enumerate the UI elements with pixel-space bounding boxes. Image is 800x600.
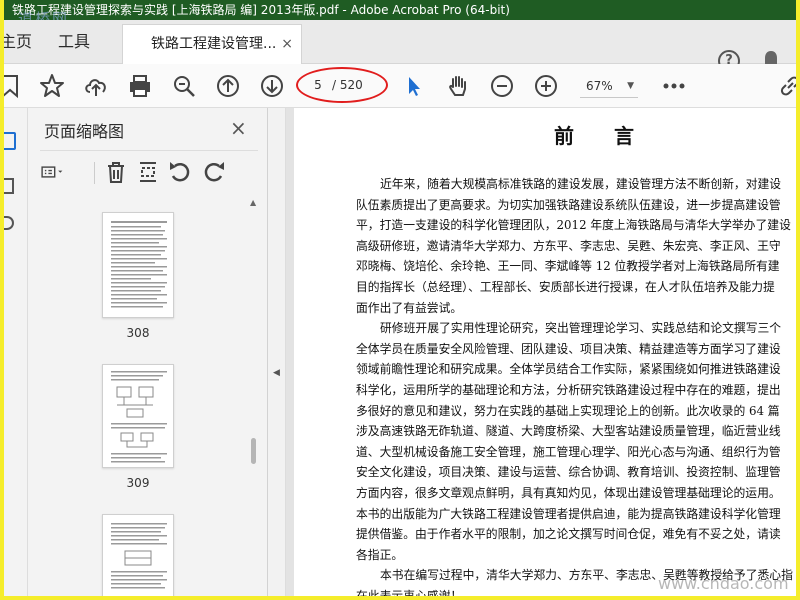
bookmarks-panel-icon[interactable] [4,178,14,194]
text-line: 目的指挥长（总经理）、工程部长、安质部长进行授课，在人才队伍培养及能力提 [356,279,775,294]
text-line: 高级研修班，邀请清华大学郑力、方东平、李志忠、吴甦、朱宏亮、李正风、王守 [356,238,781,253]
page-body: 近年来，随着大规模高标准铁路的建设发展，建设管理方法不断创新，对建设 队伍素质提… [356,174,796,596]
page-thumbnail[interactable] [102,212,174,318]
collapse-panel-icon[interactable]: ◀ [273,368,280,378]
page-thumbnails-icon[interactable] [4,132,16,150]
more-options-icon[interactable] [660,72,688,100]
text-line: 研修班开展了实用性理论研究，突出管理理论学习、实践总结和论文撰写三个 [380,321,782,336]
document-view: 前言 近年来，随着大规模高标准铁路的建设发展，建设管理方法不断创新，对建设 队伍… [286,108,796,596]
left-navigation-strip [4,108,28,596]
text-line: 近年来，随着大规模高标准铁路的建设发展，建设管理方法不断创新，对建设 [380,177,782,191]
text-line: 邓晓梅、饶培伦、余玲艳、王一同、李斌峰等 12 位教授学者对上海铁路局所有建 [356,259,780,274]
text-line: 各指正。 [356,547,404,562]
hand-tool-icon[interactable] [444,72,472,100]
next-page-icon[interactable] [258,72,286,100]
toolbar-divider [94,162,95,184]
print-icon[interactable] [126,72,154,100]
zoom-level-value: 67% [586,79,613,93]
text-line: 道、大型机械设备施工安全管理，施工管理心理学、阳光心态与沟通、组织行为管 [356,444,781,459]
star-icon[interactable] [38,72,66,100]
text-line: 全体学员在质量安全风险管理、团队建设、项目决策、精益建造等方面学习了建设 [356,341,781,356]
panel-close-icon[interactable]: × [230,116,247,140]
delete-page-icon[interactable] [102,158,130,186]
tab-document-label: 铁路工程建设管理... [151,36,277,52]
app-window: 铁路工程建设管理探索与实践 [上海铁路局 编] 2013年版.pdf - Ado… [0,0,800,600]
site-watermark-bottom: www.cndao.com [658,574,789,593]
text-line: 涉及高速铁路无砟轨道、隧道、大跨度桥梁、大型客站建设质量管理，临近营业线 [356,424,781,439]
page-heading: 前言 [554,124,674,148]
link-icon[interactable] [776,72,796,100]
cloud-upload-icon[interactable] [82,72,110,100]
tab-document[interactable]: 铁路工程建设管理... × [122,24,302,64]
scrollbar-thumb[interactable] [251,438,256,464]
zoom-level-select[interactable]: 67% ▼ [580,74,638,98]
panel-divider [40,150,258,151]
window-title: 铁路工程建设管理探索与实践 [上海铁路局 编] 2013年版.pdf - Ado… [12,3,510,17]
text-line: 多很好的意见和建议，努力在实践的基础上实现理论上的创新。此次收录的 64 篇 [356,403,780,418]
rotate-left-icon[interactable] [166,158,194,186]
tab-tools[interactable]: 工具 [58,20,90,64]
panel-title: 页面缩略图 [44,122,125,141]
thumbnail-panel: 页面缩略图 × 308 309 ▲ [28,108,268,596]
text-line: 本书的出版能为广大铁路工程建设管理者提供启迪，能为提高铁路建设科学化管理 [356,506,781,521]
thumbnail-scrollbar[interactable]: ▲ [248,198,260,596]
main-toolbar: / 520 67% ▼ [4,64,796,108]
thumbnail-page-number: 308 [126,326,150,340]
text-line: 提供借鉴。由于作者水平的限制，加之论文撰写时间仓促，难免有不妥之处，请读 [356,527,781,542]
select-cursor-icon[interactable] [400,72,428,100]
text-line: 面作出了有益尝试。 [356,300,463,315]
zoom-in-icon[interactable] [532,72,560,100]
page-thumbnail[interactable] [102,364,174,468]
previous-page-icon[interactable] [214,72,242,100]
panel-collapse-strip[interactable]: ◀ [268,108,286,596]
scroll-up-arrow-icon[interactable]: ▲ [250,198,256,207]
red-annotation-ellipse [296,67,388,103]
document-page: 前言 近年来，随着大规模高标准铁路的建设发展，建设管理方法不断创新，对建设 队伍… [294,108,796,596]
zoom-out-icon[interactable] [488,72,516,100]
thumbnail-page-number: 309 [126,476,150,490]
text-line: 平，打造一支建设的科学化管理团队，2012 年度上海铁路局与清华大学举办了建设 [356,218,791,233]
text-line: 方面内容，很多文章观点鲜明，具有真知灼见，体现出建设管理基础理论的运用。 [356,485,781,500]
attachments-icon[interactable] [4,216,14,230]
extract-pages-icon[interactable] [134,158,162,186]
rotate-right-icon[interactable] [200,158,228,186]
chevron-down-icon: ▼ [627,81,634,91]
page-thumbnail[interactable] [102,514,174,596]
bookmark-icon[interactable] [4,72,24,100]
text-line: 科学化，运用所学的基础理论和方法，分析研究铁路建设过程中存在的难题，提出 [356,382,781,397]
tab-home[interactable]: 主页 [4,20,32,64]
tab-bar: 主页 工具 铁路工程建设管理... × ? [4,20,796,72]
text-line: 安全文化建设，项目决策、建设与运营、综合协调、教育培训、投资控制、监理管 [356,465,781,480]
text-line: 领域前瞻性理论和研究成果。全体学员结合工作实际，紧紧围绕如何推进铁路建设 [356,362,781,377]
window-title-bar: 铁路工程建设管理探索与实践 [上海铁路局 编] 2013年版.pdf - Ado… [4,0,796,20]
thumbnail-options-icon[interactable] [40,158,80,186]
zoom-search-icon[interactable] [170,72,198,100]
close-tab-icon[interactable]: × [281,25,293,63]
thumbnail-toolbar [40,158,260,188]
text-line: 队伍素质提出了更高要求。为切实加强铁路建设系统队伍建设，进一步提高建设管 [356,197,781,212]
